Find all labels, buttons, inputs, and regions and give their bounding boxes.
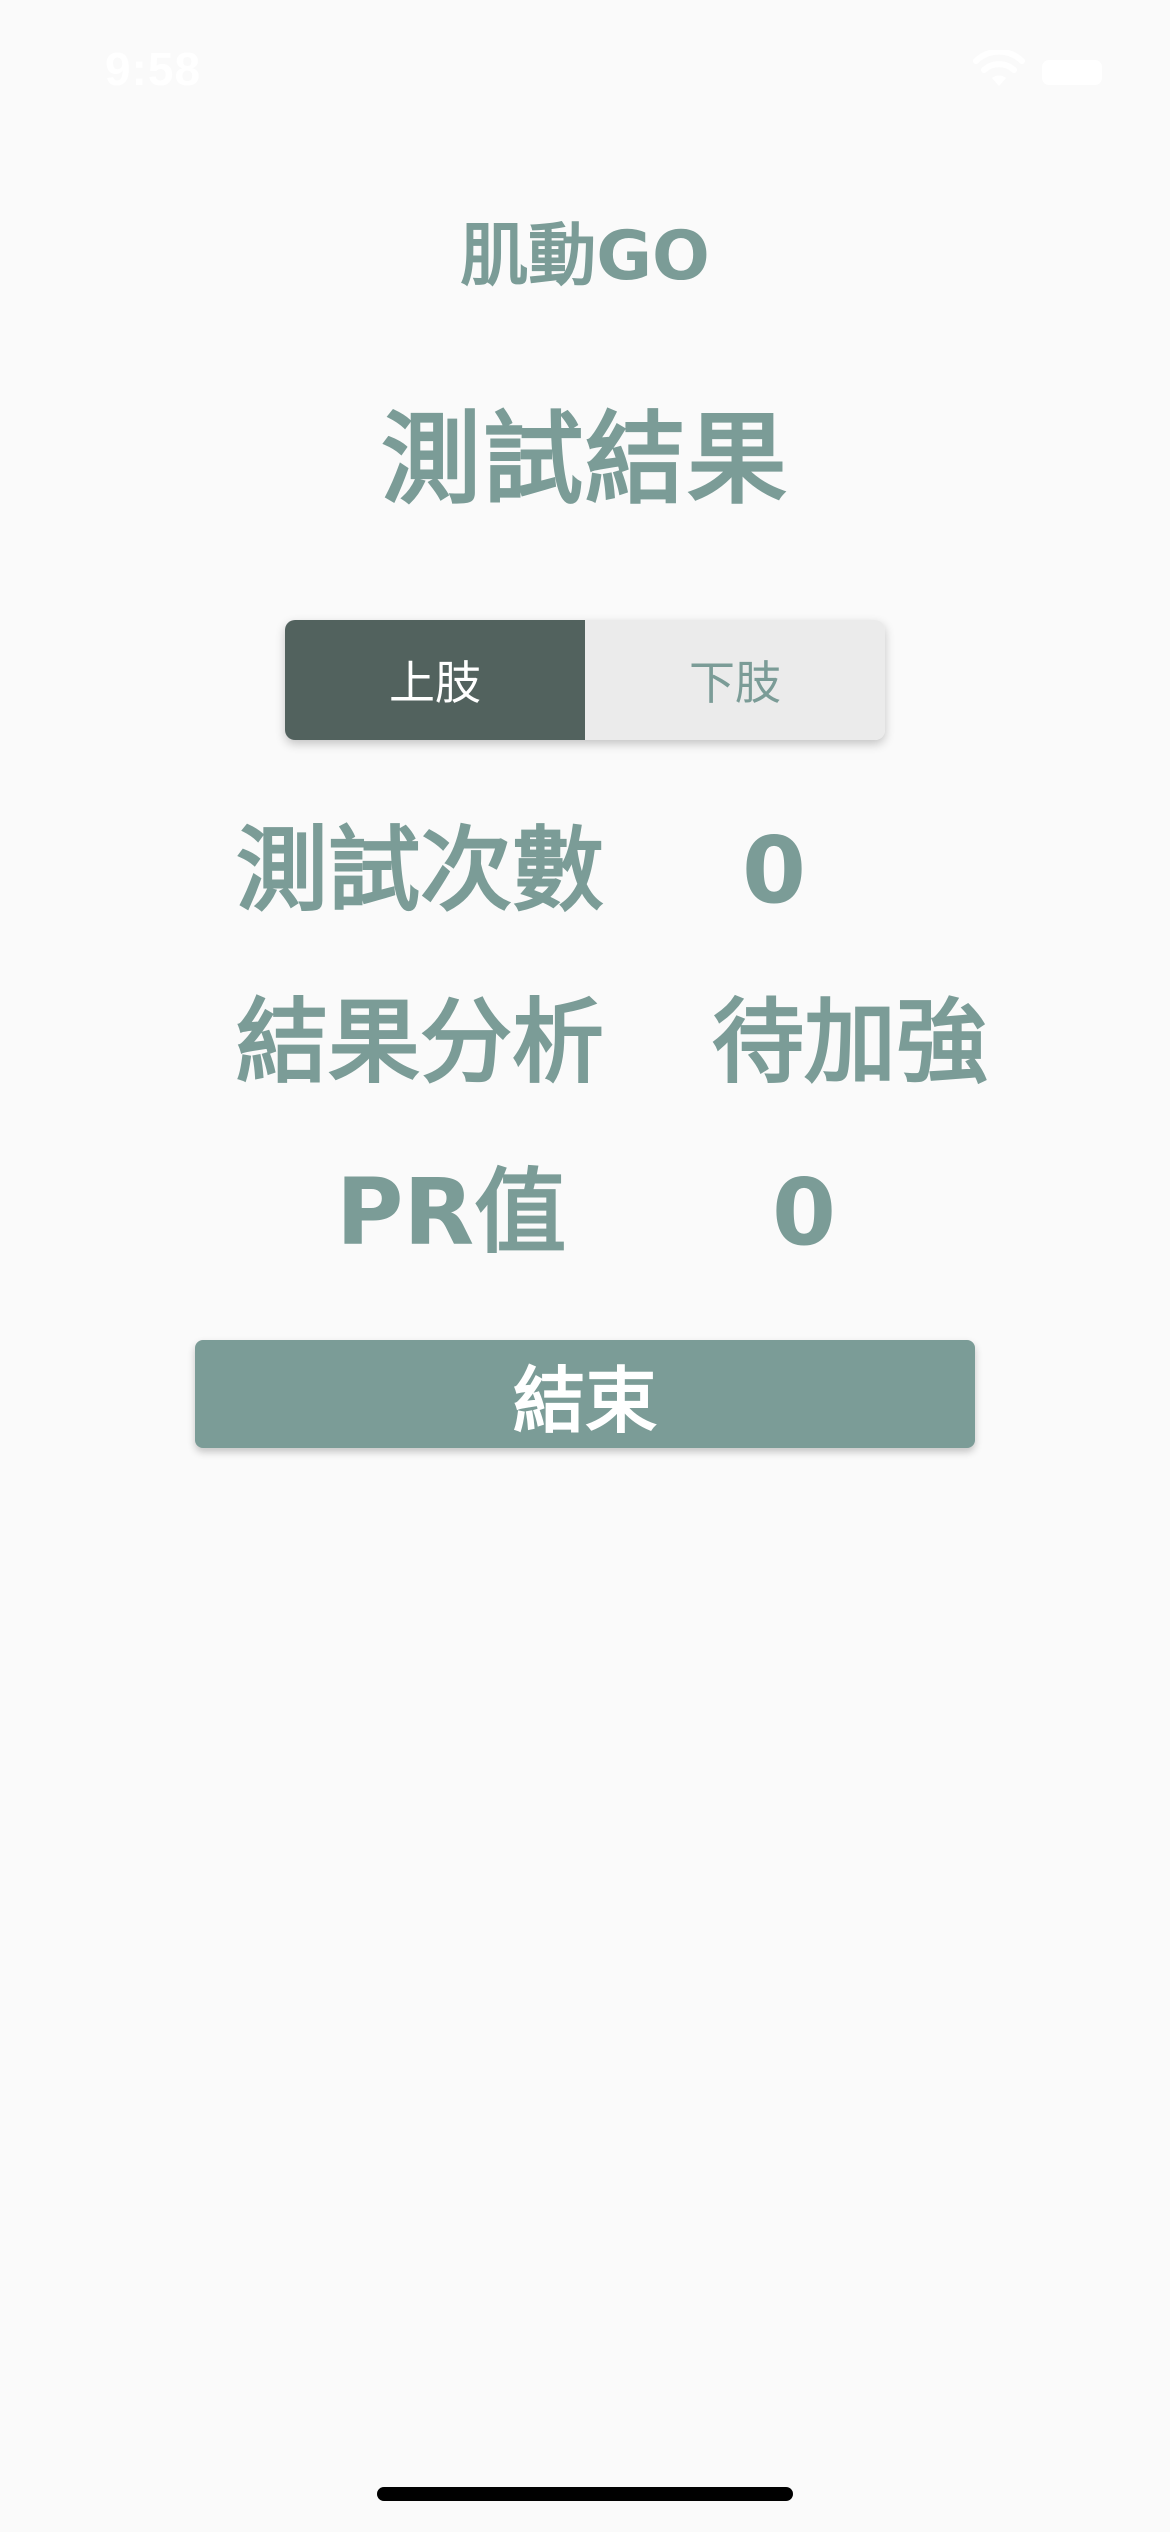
segment-lower-limb[interactable]: 下肢 <box>585 620 885 740</box>
home-indicator[interactable] <box>377 2487 793 2501</box>
pr-label: PR值 <box>336 1159 567 1266</box>
page-title: 測試結果 <box>381 401 789 518</box>
status-bar: 9:58 <box>0 0 1170 140</box>
analysis-label: 結果分析 <box>236 989 605 1096</box>
wifi-icon <box>973 50 1025 86</box>
battery-icon <box>1042 60 1102 85</box>
status-time: 9:58 <box>105 43 202 95</box>
app-title: 肌動GO <box>460 217 710 296</box>
analysis-value: 待加強 <box>712 989 989 1096</box>
test-count-label: 測試次數 <box>236 817 605 924</box>
limb-segmented-control: 上肢 下肢 <box>285 620 885 740</box>
test-count-value: 0 <box>742 817 807 924</box>
segment-upper-limb[interactable]: 上肢 <box>285 620 585 740</box>
pr-value: 0 <box>772 1159 837 1266</box>
end-button[interactable]: 結束 <box>195 1340 975 1448</box>
